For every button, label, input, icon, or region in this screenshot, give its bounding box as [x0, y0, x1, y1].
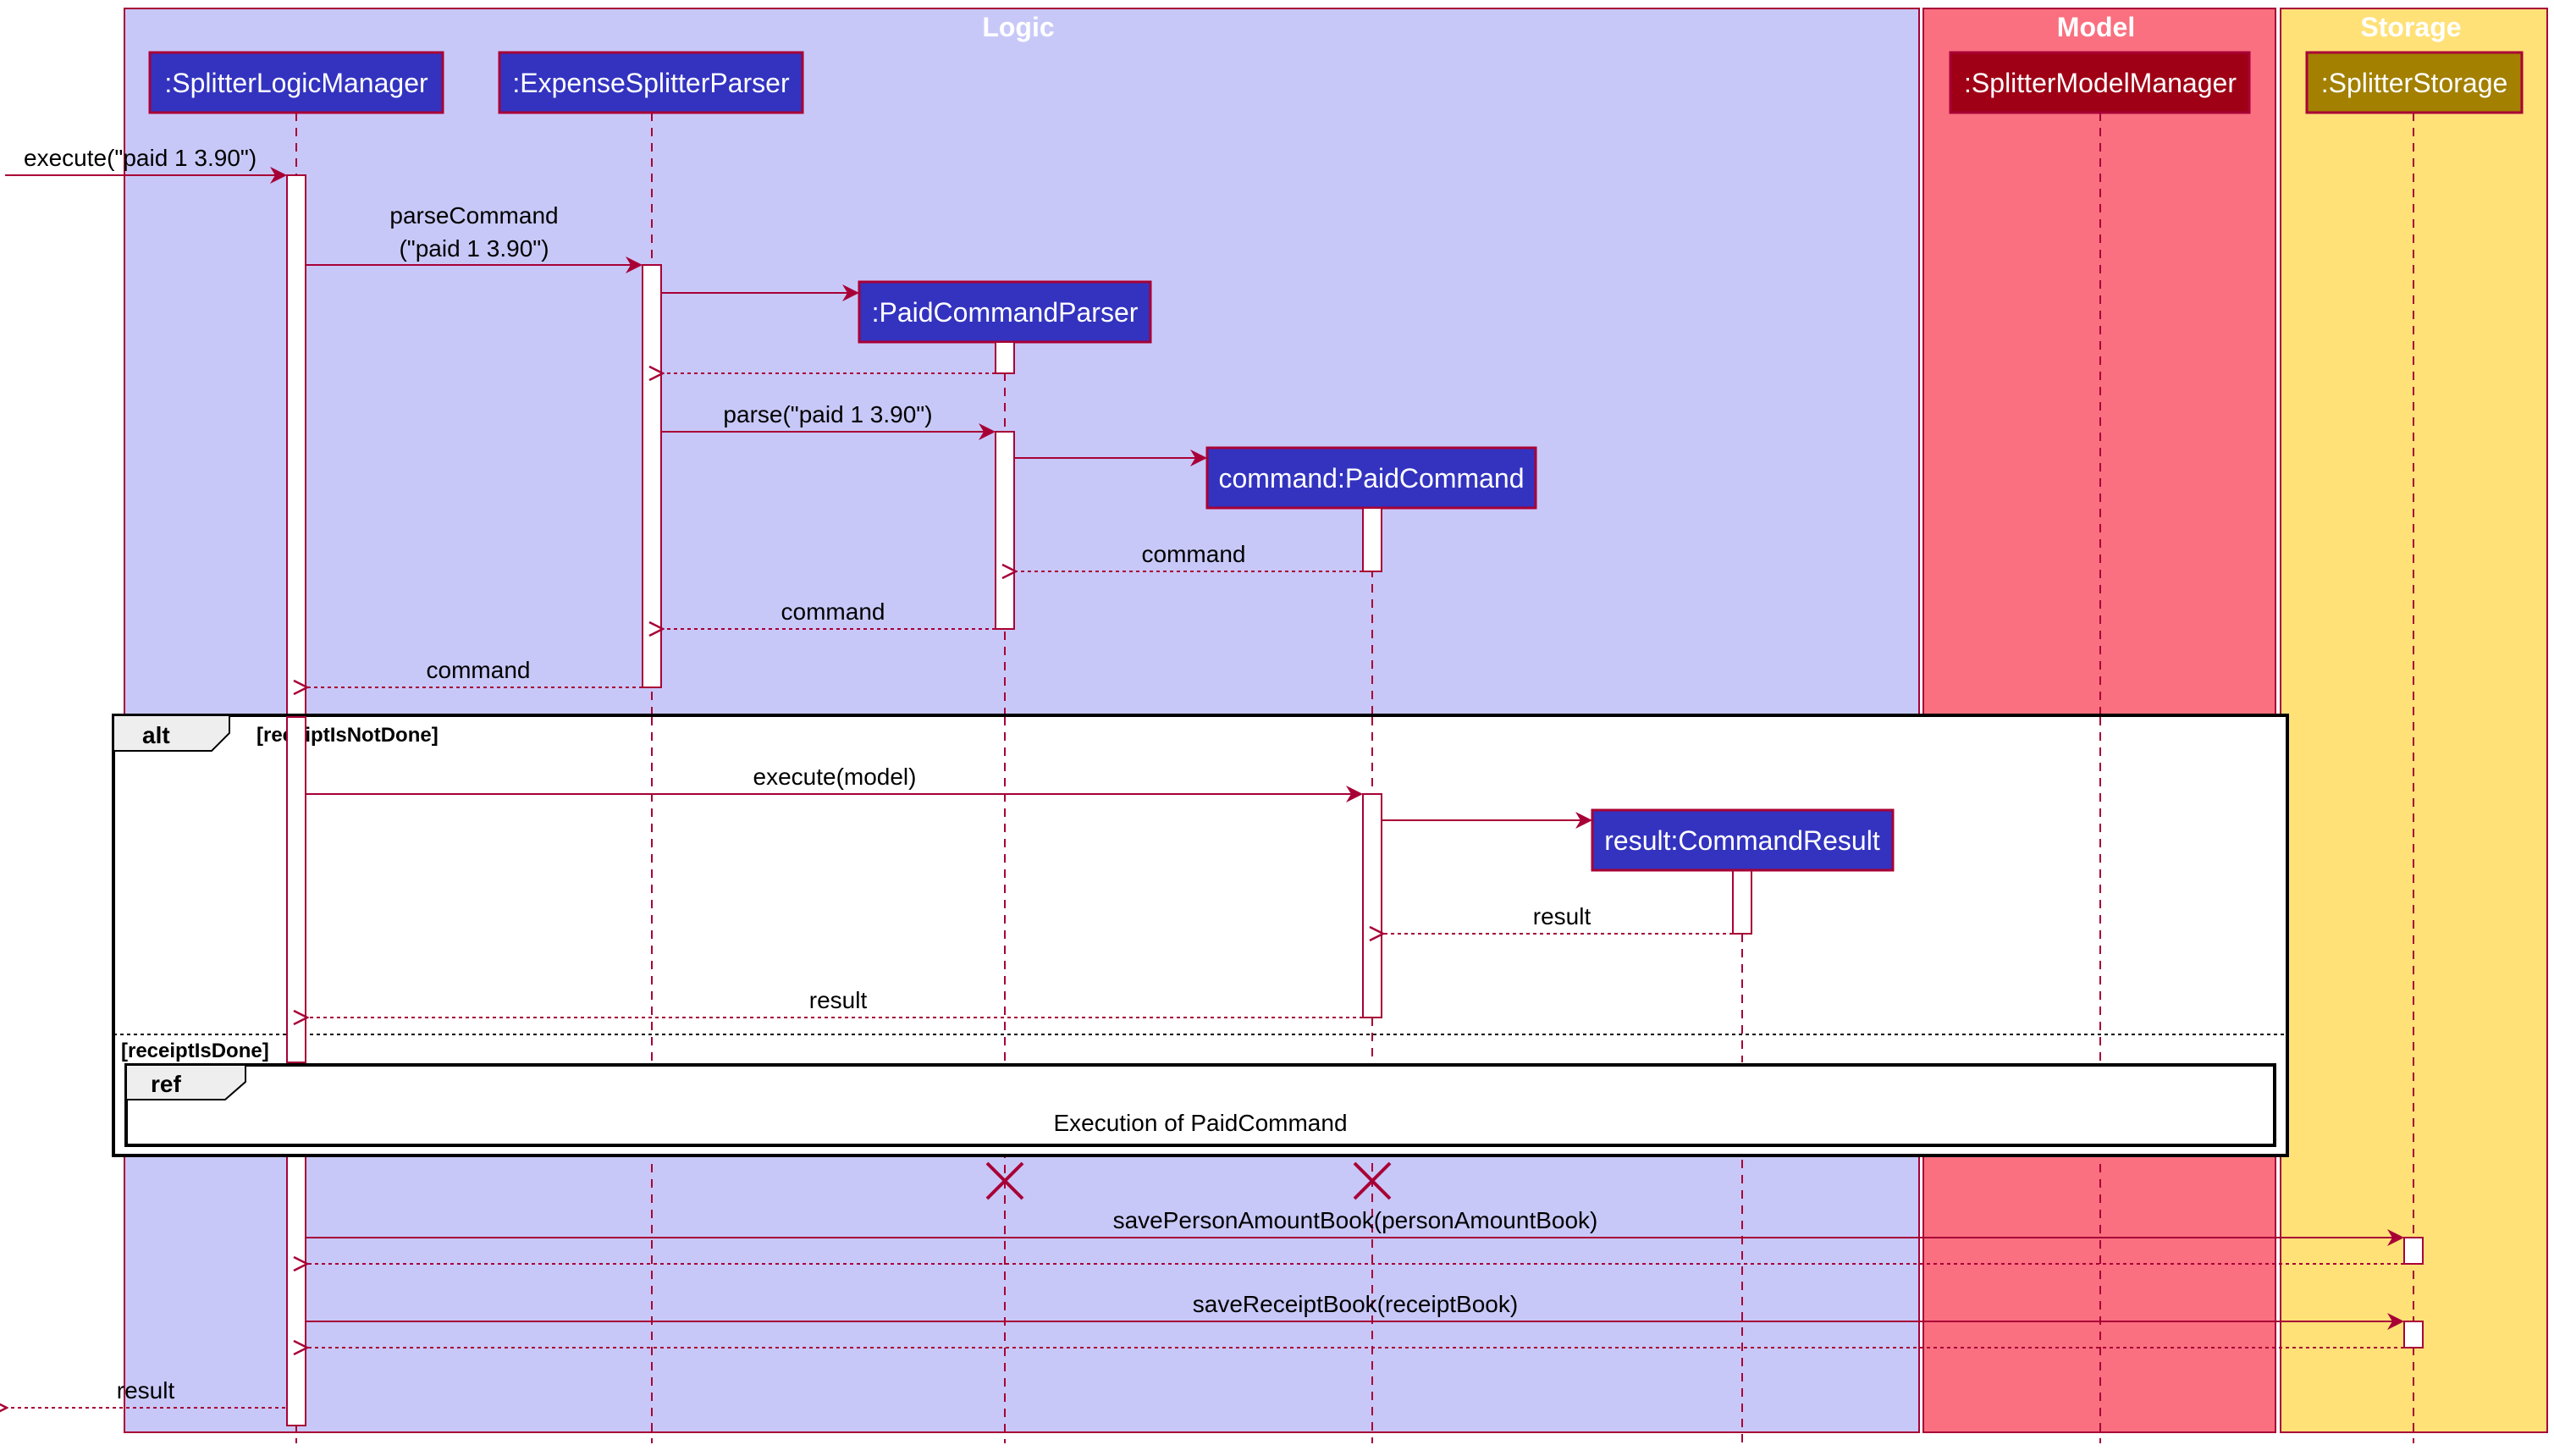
- sequence-diagram: Logic Model Storage :SplitterLogicManage…: [0, 8, 2548, 1443]
- ref-text: Execution of PaidCommand: [1053, 1110, 1347, 1136]
- participant-esp[interactable]: :ExpenseSplitterParser: [498, 51, 804, 114]
- msg-return-command-3-label: command: [427, 657, 531, 683]
- participant-esp-label: :ExpenseSplitterParser: [512, 68, 790, 98]
- participant-smm-label: :SplitterModelManager: [1964, 68, 2237, 98]
- participant-slm-label: :SplitterLogicManager: [164, 68, 428, 98]
- activation-pcp-2: [995, 431, 1015, 630]
- activation-pc-2-in-alt: [1362, 793, 1382, 1018]
- participant-pc-label: command:PaidCommand: [1218, 463, 1524, 494]
- msg-return-result-2-label: result: [809, 987, 868, 1013]
- msg-parsecommand-label-1: parseCommand: [389, 202, 558, 229]
- participant-pcp-label: :PaidCommandParser: [872, 297, 1139, 328]
- participant-slm[interactable]: :SplitterLogicManager: [148, 51, 444, 114]
- msg-return-result-1-label: result: [1533, 903, 1591, 929]
- msg-savereceiptbook-label: saveReceiptBook(receiptBook): [1193, 1291, 1518, 1317]
- msg-parse-label: parse("paid 1 3.90"): [723, 401, 932, 427]
- ref-keyword: ref: [151, 1071, 181, 1097]
- activation-esp: [642, 264, 662, 688]
- alt-keyword: alt: [142, 722, 170, 748]
- participant-ss-label: :SplitterStorage: [2321, 68, 2508, 98]
- activation-pcp-1: [995, 341, 1015, 374]
- msg-return-command-2-label: command: [781, 598, 885, 625]
- activation-ss-2: [2403, 1321, 2424, 1348]
- msg-execute-label: execute("paid 1 3.90"): [24, 145, 257, 171]
- ref-fragment[interactable]: ref Execution of PaidCommand: [124, 1063, 2276, 1147]
- box-logic-title: Logic: [982, 12, 1054, 42]
- activation-pc-1: [1362, 507, 1382, 572]
- msg-savepersonamountbook-label: savePersonAmountBook(personAmountBook): [1113, 1207, 1598, 1233]
- msg-return-final-label: result: [117, 1377, 175, 1404]
- alt-guard-2: [receiptIsDone]: [121, 1040, 269, 1062]
- box-model-title: Model: [2057, 12, 2135, 42]
- activation-ss-1: [2403, 1237, 2424, 1265]
- box-storage-title: Storage: [2360, 12, 2461, 42]
- activation-slm-in-alt: [286, 716, 306, 1063]
- alt-guard-1: [receiptIsNotDone]: [257, 724, 439, 747]
- activation-cr-in-alt: [1732, 869, 1752, 935]
- participant-pcp[interactable]: :PaidCommandParser: [858, 280, 1152, 344]
- participant-smm[interactable]: :SplitterModelManager: [1949, 51, 2251, 114]
- msg-execute-model-label: execute(model): [753, 764, 917, 790]
- participant-pc[interactable]: command:PaidCommand: [1205, 446, 1537, 510]
- participant-cr-in-alt: result:CommandResult: [1591, 808, 1895, 872]
- participant-ss[interactable]: :SplitterStorage: [2305, 51, 2524, 114]
- msg-return-command-1-label: command: [1142, 541, 1246, 567]
- svg-text:result:CommandResult: result:CommandResult: [1604, 825, 1880, 856]
- msg-parsecommand-label-2: ("paid 1 3.90"): [399, 235, 549, 262]
